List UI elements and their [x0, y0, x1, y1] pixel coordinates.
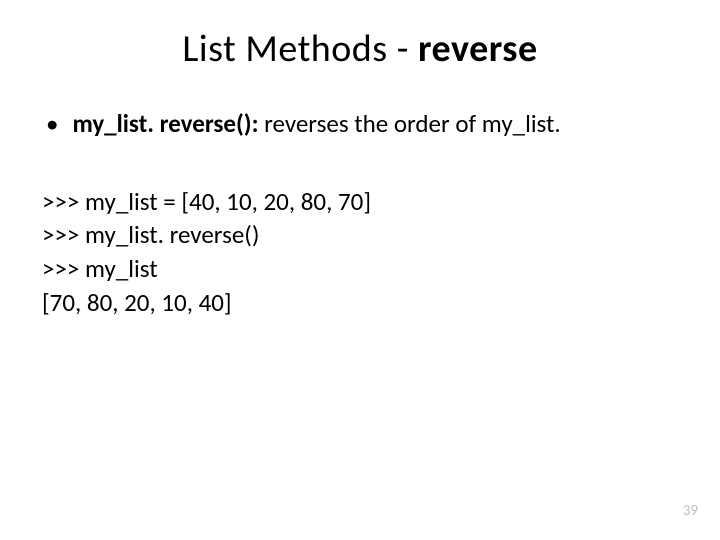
bullet-description: reverses the order of my_list. — [258, 108, 560, 139]
code-line-2: >>> my_list. reverse() — [42, 218, 680, 252]
title-prefix: List Methods - — [182, 26, 418, 72]
bullet-item: • my_list. reverse(): reverses the order… — [46, 108, 680, 141]
code-example: >>> my_list = [40, 10, 20, 80, 70] >>> m… — [42, 185, 680, 320]
code-line-4: [70, 80, 20, 10, 40] — [42, 286, 680, 320]
title-bold: reverse — [418, 26, 538, 72]
bullet-method: my_list. reverse(): — [72, 108, 258, 139]
slide-title: List Methods - reverse — [40, 26, 680, 72]
page-number: 39 — [683, 502, 698, 520]
bullet-dot-icon: • — [46, 108, 58, 141]
code-line-3: >>> my_list — [42, 252, 680, 286]
code-line-1: >>> my_list = [40, 10, 20, 80, 70] — [42, 185, 680, 219]
bullet-text: my_list. reverse(): reverses the order o… — [72, 108, 560, 141]
slide: List Methods - reverse • my_list. revers… — [0, 0, 720, 540]
